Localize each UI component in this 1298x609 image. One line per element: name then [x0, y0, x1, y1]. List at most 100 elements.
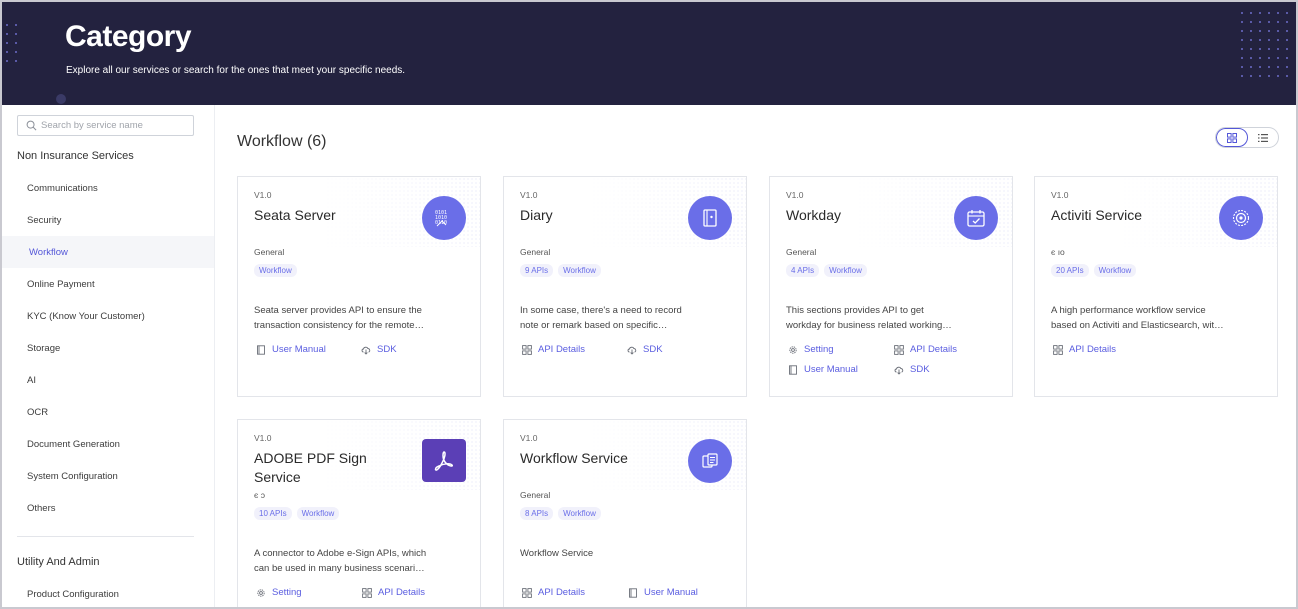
- search-icon: [26, 120, 37, 131]
- grid-icon: [522, 344, 532, 355]
- grid-icon: [362, 587, 372, 598]
- card-category: General: [786, 247, 817, 257]
- sidebar-item-ocr[interactable]: OCR: [2, 396, 214, 428]
- cloud-download-icon: [361, 346, 371, 355]
- tag-workflow: Workflow: [558, 507, 601, 520]
- tag-workflow: Workflow: [1093, 264, 1137, 277]
- card-tags: Workflow: [254, 264, 297, 277]
- link-label: API Details: [1069, 344, 1116, 355]
- sdk-link[interactable]: SDK: [361, 344, 397, 355]
- sidebar-item-security[interactable]: Security: [2, 204, 214, 236]
- card-description-line: workday for business related working…: [786, 320, 952, 331]
- sidebar-item-communications[interactable]: Communications: [2, 172, 214, 204]
- user-manual-link[interactable]: User Manual: [788, 364, 858, 375]
- card-tags: 9 APIs Workflow: [520, 264, 601, 277]
- sidebar-item-document-generation[interactable]: Document Generation: [2, 428, 214, 460]
- card-title: Diary: [520, 207, 553, 223]
- book-icon: [789, 364, 797, 375]
- service-card-workflow-service[interactable]: V1.0 Workflow Service General 8 APIs Wor…: [503, 419, 747, 607]
- grid-icon: [1053, 344, 1063, 355]
- search-input[interactable]: [41, 120, 181, 131]
- link-label: User Manual: [804, 364, 858, 375]
- sidebar-divider: [17, 536, 194, 537]
- card-description-line: Seata server provides API to ensure the: [254, 305, 422, 316]
- page-subtitle: Explore all our services or search for t…: [66, 65, 406, 76]
- card-description: A high performance workflow service base…: [1051, 303, 1263, 333]
- sidebar-item-online-payment[interactable]: Online Payment: [2, 268, 214, 300]
- sidebar-item-product-configuration[interactable]: Product Configuration: [2, 578, 214, 607]
- card-tags: 10 APIs Workflow: [254, 507, 340, 520]
- sdk-link[interactable]: SDK: [894, 364, 930, 375]
- card-version: V1.0: [1051, 190, 1069, 200]
- service-card-activiti-service[interactable]: V1.0 Activiti Service є ıо 20 APIs Workf…: [1034, 176, 1278, 397]
- tag-api-count: 8 APIs: [520, 507, 554, 520]
- sdk-link[interactable]: SDK: [627, 344, 663, 355]
- card-version: V1.0: [520, 190, 538, 200]
- api-details-link[interactable]: API Details: [1053, 344, 1116, 355]
- link-label: API Details: [538, 587, 585, 598]
- setting-link[interactable]: Setting: [788, 344, 834, 355]
- gear-icon: [789, 345, 797, 354]
- service-card-adobe-pdf-sign[interactable]: V1.0 ADOBE PDF Sign Service є ɔ 10 APIs …: [237, 419, 481, 607]
- tag-workflow: Workflow: [824, 264, 867, 277]
- card-description-line: transaction consistency for the remote…: [254, 320, 425, 331]
- gear-network-icon: [1219, 196, 1263, 240]
- api-details-link[interactable]: API Details: [894, 344, 957, 355]
- link-label: API Details: [910, 344, 957, 355]
- workflow-docs-icon: [688, 439, 732, 483]
- link-label: SDK: [910, 364, 930, 375]
- card-description-line: based on Activiti and Elasticsearch, wit…: [1051, 320, 1224, 331]
- tag-api-count: 10 APIs: [254, 507, 292, 520]
- sidebar-item-kyc[interactable]: KYC (Know Your Customer): [2, 300, 214, 332]
- app-frame: Category Explore all our services or sea…: [0, 0, 1298, 609]
- sidebar-item-ai[interactable]: AI: [2, 364, 214, 396]
- service-search-box[interactable]: [17, 115, 194, 136]
- tag-api-count: 20 APIs: [1051, 264, 1089, 277]
- book-icon: [629, 587, 637, 598]
- user-manual-link[interactable]: User Manual: [628, 587, 698, 598]
- tag-workflow: Workflow: [558, 264, 601, 277]
- card-description-line: Workflow Service: [520, 548, 594, 559]
- user-manual-link[interactable]: User Manual: [256, 344, 326, 355]
- sidebar-item-storage[interactable]: Storage: [2, 332, 214, 364]
- service-card-workday[interactable]: V1.0 Workday General 4 APIs Workflow Thi…: [769, 176, 1013, 397]
- view-mode-toggle: [1215, 127, 1279, 148]
- card-description: A connector to Adobe e-Sign APIs, which …: [254, 546, 466, 576]
- card-description-line: A high performance workflow service: [1051, 305, 1206, 316]
- list-view-button[interactable]: [1248, 128, 1278, 147]
- service-card-seata-server[interactable]: V1.0 Seata Server 0101 1010 0110 General W…: [237, 176, 481, 397]
- card-description: This sections provides API to get workda…: [786, 303, 998, 333]
- header-dot-pattern-left: [6, 24, 17, 62]
- card-description-line: This sections provides API to get: [786, 305, 924, 316]
- section-title: Workflow (6): [237, 133, 327, 150]
- tag-api-count: 4 APIs: [786, 264, 820, 277]
- card-category: General: [520, 490, 551, 500]
- group-title-non-insurance: Non Insurance Services: [17, 150, 134, 162]
- group-title-utility-admin: Utility And Admin: [17, 556, 100, 568]
- card-description-line: A connector to Adobe e-Sign APIs, which: [254, 548, 427, 559]
- api-details-link[interactable]: API Details: [522, 344, 585, 355]
- link-label: Setting: [804, 344, 834, 355]
- list-icon: [1258, 133, 1268, 142]
- service-card-diary[interactable]: V1.0 Diary General 9 APIs Workflow In so…: [503, 176, 747, 397]
- setting-link[interactable]: Setting: [256, 587, 302, 598]
- card-version: V1.0: [520, 433, 538, 443]
- card-tags: 20 APIs Workflow: [1051, 264, 1137, 277]
- card-title: Activiti Service: [1051, 207, 1143, 223]
- link-label: SDK: [377, 344, 397, 355]
- sidebar-item-system-configuration[interactable]: System Configuration: [2, 460, 214, 492]
- grid-icon: [1227, 132, 1237, 143]
- api-details-link[interactable]: API Details: [522, 587, 585, 598]
- card-category: General: [520, 247, 551, 257]
- card-title: Seata Server: [254, 207, 336, 223]
- link-label: User Manual: [272, 344, 326, 355]
- sidebar-item-others[interactable]: Others: [2, 492, 214, 524]
- sidebar-item-workflow[interactable]: Workflow: [2, 236, 214, 268]
- diary-book-icon: [688, 196, 732, 240]
- tag-workflow: Workflow: [254, 264, 297, 277]
- card-title-line: ADOBE PDF Sign: [254, 450, 367, 466]
- link-label: API Details: [538, 344, 585, 355]
- api-details-link[interactable]: API Details: [362, 587, 425, 598]
- card-title: Workflow Service: [520, 450, 628, 466]
- grid-view-button[interactable]: [1216, 128, 1248, 147]
